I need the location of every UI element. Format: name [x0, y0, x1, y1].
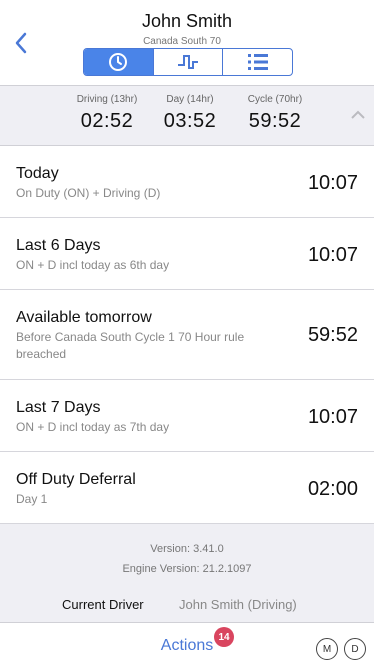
- tab-graph[interactable]: [154, 49, 224, 75]
- row-title: Available tomorrow: [16, 309, 152, 326]
- current-driver-value: John Smith (Driving): [179, 597, 297, 612]
- cycle-value: 59:52: [248, 110, 302, 132]
- row-value: 10:07: [307, 244, 358, 266]
- m-button[interactable]: M: [316, 638, 338, 660]
- engine-version: Engine Version: 21.2.1097: [122, 563, 252, 575]
- d-button[interactable]: D: [344, 638, 366, 660]
- row-subtitle: Day 1: [16, 492, 48, 506]
- row-value: 10:07: [307, 406, 358, 428]
- day-label: Day (14hr): [166, 94, 214, 105]
- row-title: Today: [16, 165, 59, 182]
- row-value: 59:52: [307, 324, 358, 346]
- view-segmented-control: [83, 48, 293, 76]
- list-item-off-duty-deferral: Off Duty Deferral Day 1 02:00: [0, 452, 374, 524]
- header: John Smith Canada South 70: [0, 0, 374, 86]
- tab-clock[interactable]: [84, 49, 154, 75]
- row-value: 02:00: [307, 478, 358, 500]
- list-item-today: Today On Duty (ON) + Driving (D) 10:07: [0, 146, 374, 218]
- hours-summary: Driving (13hr) 02:52 Day (14hr) 03:52 Cy…: [0, 86, 374, 146]
- cycle-label: Cycle (70hr): [247, 94, 303, 105]
- driving-label: Driving (13hr): [76, 94, 138, 105]
- actions-count-badge: 14: [214, 627, 234, 647]
- current-driver-label: Current Driver: [62, 597, 144, 612]
- row-subtitle: ON + D incl today as 6th day: [16, 258, 170, 272]
- list-item-last-7-days: Last 7 Days ON + D incl today as 7th day…: [0, 380, 374, 452]
- cycle-stat: Cycle (70hr) 59:52: [240, 94, 310, 133]
- row-title: Last 6 Days: [16, 237, 101, 254]
- row-subtitle: On Duty (ON) + Driving (D): [16, 186, 161, 200]
- chevron-up-icon[interactable]: [351, 110, 365, 120]
- tab-list[interactable]: [223, 49, 292, 75]
- row-subtitle: ON + D incl today as 7th day: [16, 420, 170, 434]
- row-subtitle: Before Canada South Cycle 1 70 Hour rule…: [16, 330, 245, 361]
- row-title: Last 7 Days: [16, 399, 101, 416]
- row-title: Off Duty Deferral: [16, 471, 136, 488]
- driving-value: 02:52: [80, 110, 134, 132]
- list-icon: [247, 54, 268, 70]
- graph-icon: [178, 55, 198, 69]
- row-value: 10:07: [307, 172, 358, 194]
- ruleset-subtitle: Canada South 70: [143, 36, 221, 47]
- day-stat: Day (14hr) 03:52: [157, 94, 223, 133]
- list-item-available-tomorrow: Available tomorrow Before Canada South C…: [0, 290, 374, 380]
- app-version: Version: 3.41.0: [150, 543, 224, 555]
- day-value: 03:52: [163, 110, 217, 132]
- clock-icon: [109, 53, 128, 71]
- page-title: John Smith: [141, 11, 233, 31]
- bottom-bar: Actions 14 M D: [0, 622, 374, 667]
- list-item-last-6-days: Last 6 Days ON + D incl today as 6th day…: [0, 218, 374, 290]
- driving-stat: Driving (13hr) 02:52: [72, 94, 142, 133]
